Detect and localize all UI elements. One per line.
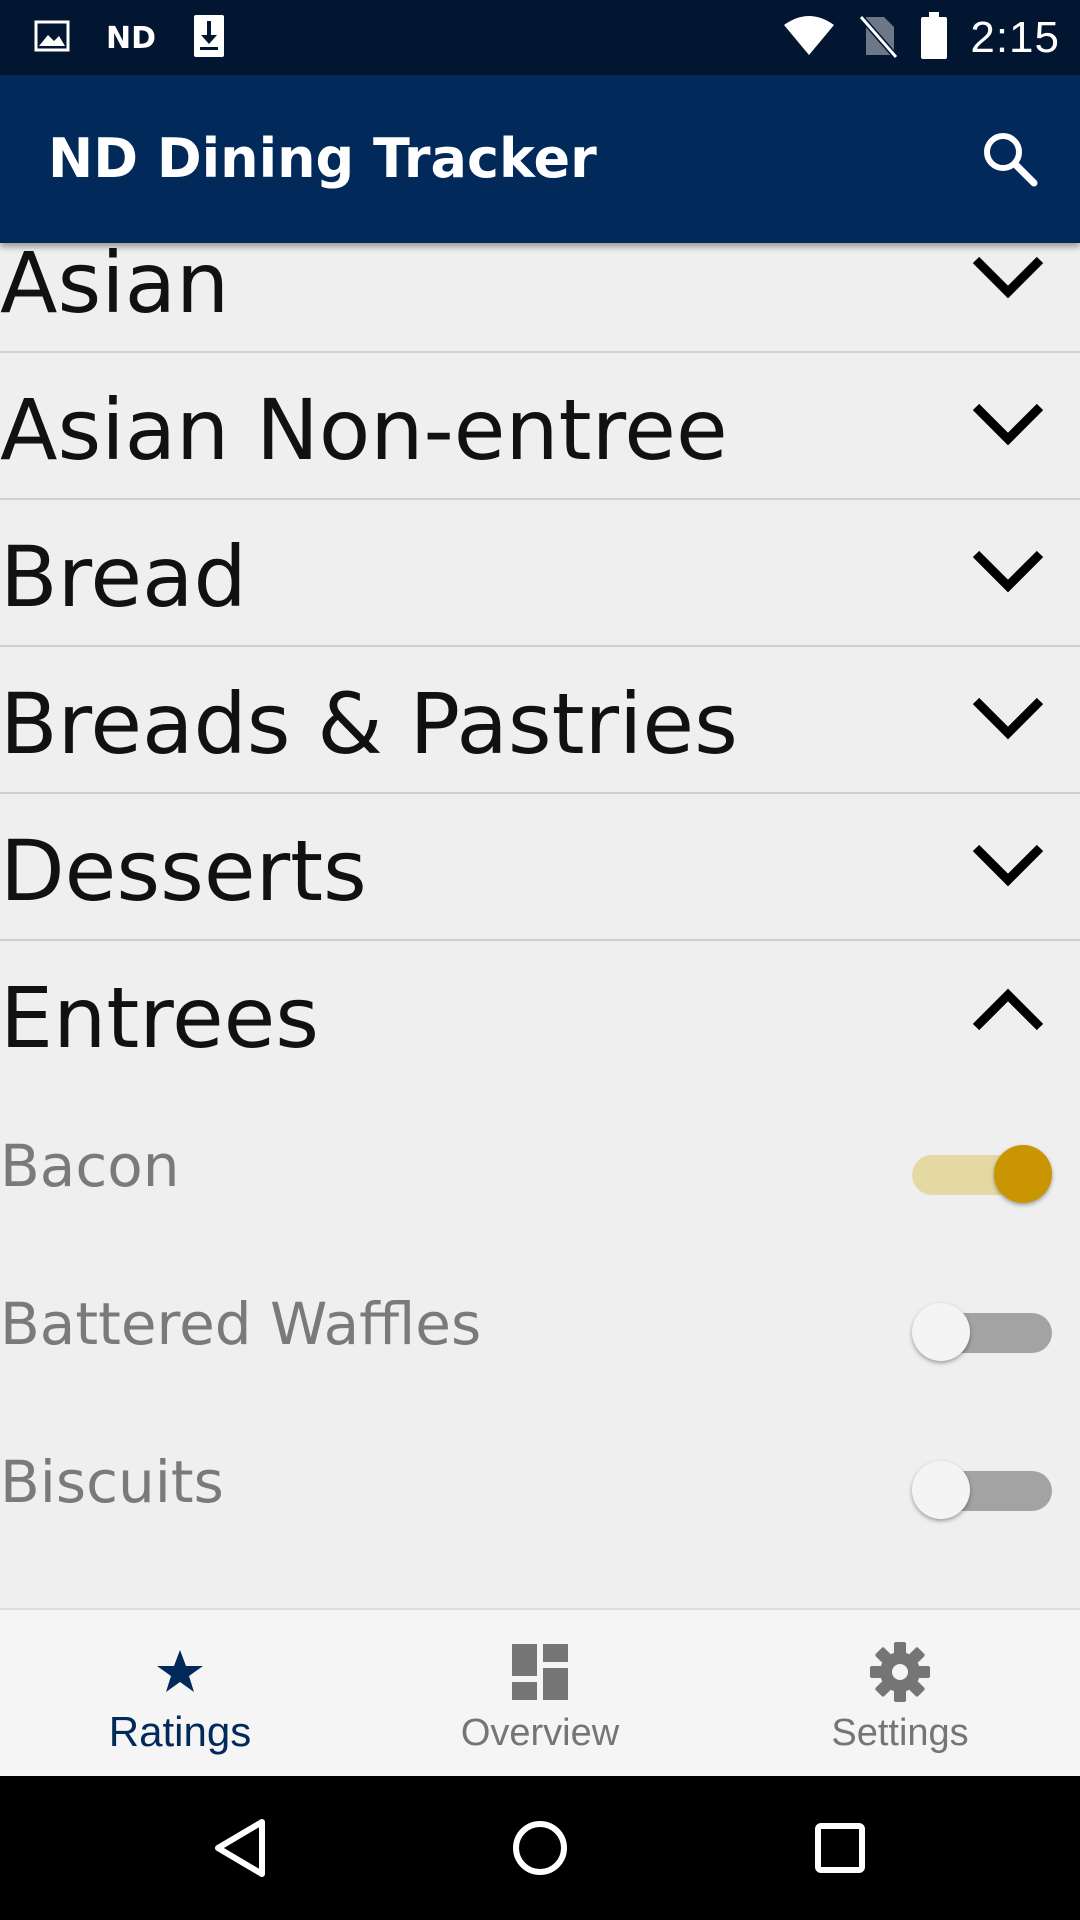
nav-item-ratings[interactable]: Ratings <box>0 1610 360 1778</box>
search-icon <box>984 133 1038 187</box>
category-label: Bread <box>0 528 247 626</box>
item-label: Bacon <box>0 1132 180 1200</box>
toggle-thumb <box>912 1461 970 1519</box>
category-label: Desserts <box>0 822 367 920</box>
item-toggle[interactable] <box>912 1138 1052 1203</box>
nav-item-overview[interactable]: Overview <box>360 1610 720 1778</box>
system-navigation-bar <box>0 1776 1080 1920</box>
bottom-navigation: Ratings Overview Settings <box>0 1608 1080 1778</box>
dashboard-icon <box>512 1644 568 1700</box>
chevron-down-icon[interactable] <box>970 836 1046 892</box>
back-icon[interactable] <box>210 1816 274 1880</box>
search-button[interactable] <box>978 127 1042 191</box>
item-toggle[interactable] <box>912 1296 1052 1361</box>
download-icon <box>192 13 226 64</box>
battery-icon <box>920 11 948 65</box>
category-label: Entrees <box>0 969 320 1067</box>
category-list[interactable]: Asian Asian Non-entree Bread Breads & Pa… <box>0 243 1080 1608</box>
category-label: Breads & Pastries <box>0 675 738 773</box>
category-row-entrees[interactable]: Entrees <box>0 941 1080 1086</box>
category-label: Asian <box>0 243 230 332</box>
gear-icon <box>870 1642 930 1702</box>
star-icon <box>157 1650 203 1692</box>
chevron-down-icon[interactable] <box>970 395 1046 451</box>
list-item: Bacon <box>0 1086 1080 1244</box>
clock: 2:15 <box>970 13 1060 62</box>
nd-logo-icon: ND <box>106 20 157 56</box>
chevron-down-icon[interactable] <box>970 542 1046 598</box>
nav-label: Overview <box>460 1712 620 1754</box>
notification-icons: ND <box>34 14 226 62</box>
category-row-breads-pastries[interactable]: Breads & Pastries <box>0 647 1080 794</box>
system-status-icons: 2:15 <box>782 10 1060 66</box>
home-icon[interactable] <box>508 1816 572 1880</box>
nav-item-settings[interactable]: Settings <box>720 1610 1080 1778</box>
chevron-up-icon[interactable] <box>970 983 1046 1039</box>
screen: ND 2:15 ND Dining Tracker Asian Asian No… <box>0 0 1080 1920</box>
toggle-thumb <box>912 1303 970 1361</box>
wifi-icon <box>782 15 836 62</box>
no-sim-icon <box>858 13 899 64</box>
recents-icon[interactable] <box>808 1816 872 1880</box>
chevron-down-icon[interactable] <box>970 248 1046 304</box>
toggle-thumb <box>994 1145 1052 1203</box>
item-toggle[interactable] <box>912 1454 1052 1519</box>
list-item: Biscuits <box>0 1402 1080 1560</box>
item-label: Biscuits <box>0 1448 224 1516</box>
app-title: ND Dining Tracker <box>48 127 597 190</box>
image-icon <box>34 20 70 57</box>
status-bar: ND 2:15 <box>0 0 1080 75</box>
item-label: Battered Waffles <box>0 1290 482 1358</box>
nav-label: Ratings <box>108 1708 252 1755</box>
category-row-desserts[interactable]: Desserts <box>0 794 1080 941</box>
chevron-down-icon[interactable] <box>970 689 1046 745</box>
category-label: Asian Non-entree <box>0 381 728 479</box>
nav-label: Settings <box>831 1712 969 1754</box>
app-bar: ND Dining Tracker <box>0 75 1080 243</box>
category-row-asian[interactable]: Asian <box>0 243 1080 353</box>
category-row-asian-non-entree[interactable]: Asian Non-entree <box>0 353 1080 500</box>
list-item: Battered Waffles <box>0 1244 1080 1402</box>
category-row-bread[interactable]: Bread <box>0 500 1080 647</box>
